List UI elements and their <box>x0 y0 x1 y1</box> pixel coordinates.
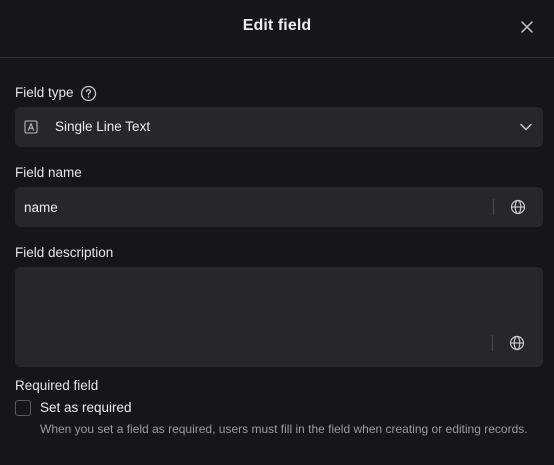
field-description-container <box>15 267 543 367</box>
field-description-label: Field description <box>15 245 114 260</box>
required-help-text: When you set a field as required, users … <box>40 422 528 436</box>
textarea-divider <box>492 335 493 351</box>
input-divider <box>493 199 494 215</box>
field-description-input[interactable] <box>24 275 484 359</box>
question-circle-icon[interactable] <box>80 85 97 102</box>
dialog-title: Edit field <box>242 17 312 34</box>
required-field-label: Required field <box>15 378 99 393</box>
globe-icon[interactable] <box>510 199 526 215</box>
field-name-container <box>15 187 543 227</box>
text-type-icon <box>24 120 38 134</box>
field-name-label: Field name <box>15 165 82 180</box>
close-button[interactable] <box>517 17 537 37</box>
edit-field-dialog: Edit field Field type Single Line Text F… <box>0 0 554 465</box>
set-required-label[interactable]: Set as required <box>40 400 132 415</box>
globe-icon[interactable] <box>509 335 525 351</box>
chevron-down-icon <box>520 123 532 131</box>
field-type-label: Field type <box>15 85 74 100</box>
close-icon <box>521 21 533 33</box>
field-type-value: Single Line Text <box>55 119 151 134</box>
field-type-select[interactable]: Single Line Text <box>15 107 543 147</box>
dialog-header: Edit field <box>0 0 554 58</box>
field-name-input[interactable] <box>24 187 484 227</box>
set-required-checkbox[interactable] <box>15 400 31 416</box>
